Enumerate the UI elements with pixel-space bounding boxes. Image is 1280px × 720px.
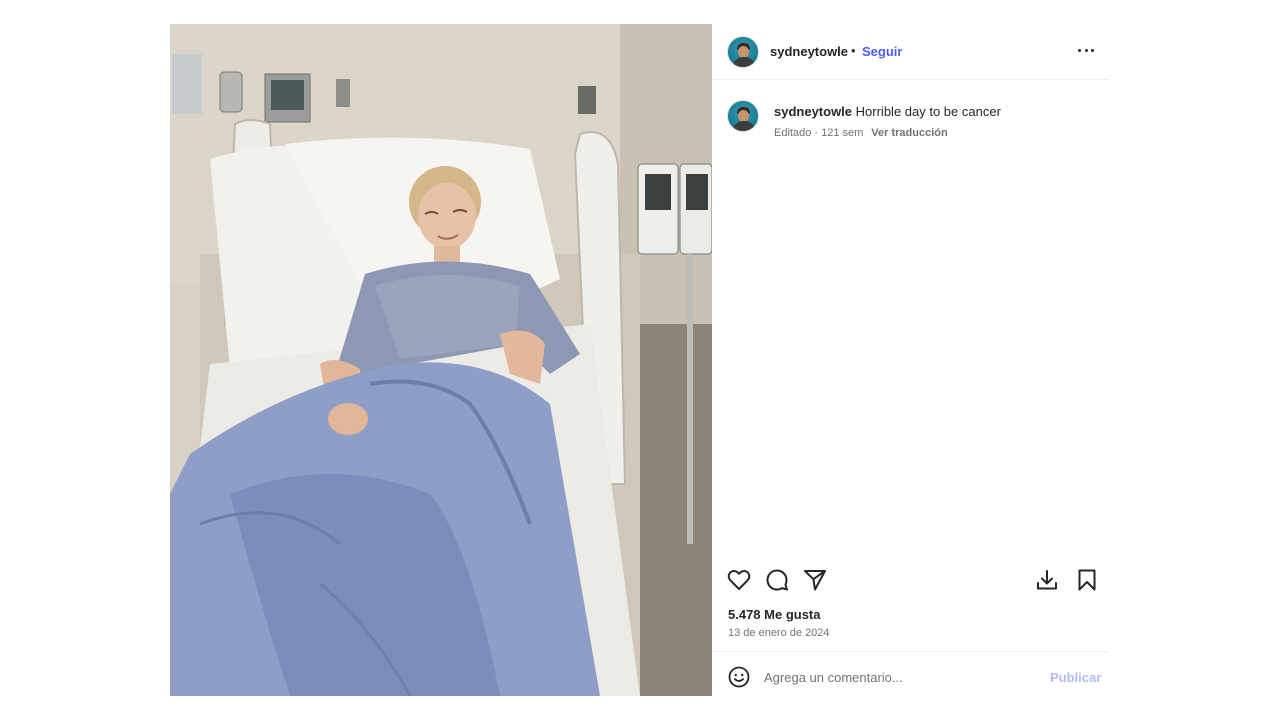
caption-text: Horrible day to be cancer bbox=[855, 104, 1001, 119]
bookmark-icon[interactable] bbox=[1074, 567, 1100, 593]
share-icon[interactable] bbox=[802, 567, 828, 593]
more-options-icon[interactable] bbox=[1076, 40, 1096, 60]
post-header: sydneytowle • Seguir bbox=[712, 24, 1109, 80]
comment-input[interactable] bbox=[764, 663, 1034, 691]
post-date[interactable]: 13 de enero de 2024 bbox=[728, 627, 830, 639]
see-translation-button[interactable]: Ver traducción bbox=[871, 127, 947, 139]
download-icon[interactable] bbox=[1034, 567, 1060, 593]
action-bar bbox=[712, 564, 1109, 596]
caption-line: sydneytowle Horrible day to be cancer bbox=[774, 104, 1094, 120]
comment-bar: Publicar bbox=[712, 651, 1109, 696]
post-photo[interactable] bbox=[170, 24, 712, 696]
author-username[interactable]: sydneytowle bbox=[770, 44, 848, 59]
instagram-post: sydneytowle • Seguir sydneytowle Horribl… bbox=[170, 24, 1109, 696]
author-avatar[interactable] bbox=[727, 36, 759, 68]
caption-username[interactable]: sydneytowle bbox=[774, 104, 852, 119]
edited-time-label: Editado · 121 sem bbox=[774, 127, 864, 139]
emoji-icon[interactable] bbox=[728, 666, 750, 688]
follow-button[interactable]: Seguir bbox=[862, 44, 902, 59]
post-side-panel: sydneytowle • Seguir sydneytowle Horribl… bbox=[712, 24, 1109, 696]
likes-count[interactable]: 5.478 Me gusta bbox=[728, 607, 821, 622]
caption-author-avatar[interactable] bbox=[727, 100, 759, 132]
heart-icon[interactable] bbox=[726, 567, 752, 593]
publish-button[interactable]: Publicar bbox=[1050, 670, 1101, 685]
caption-meta: Editado · 121 sem Ver traducción bbox=[774, 127, 948, 139]
comment-icon[interactable] bbox=[764, 567, 790, 593]
separator-dot: • bbox=[851, 43, 856, 58]
hospital-bed-photo bbox=[170, 24, 712, 696]
